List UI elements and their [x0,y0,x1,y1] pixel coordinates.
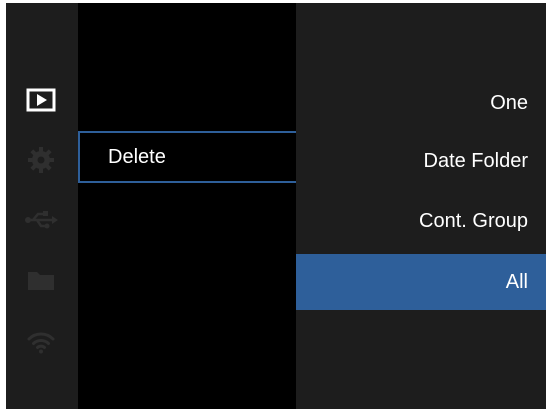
delete-menu-label: Delete [108,145,166,168]
option-one[interactable]: One [296,75,546,131]
option-cont-group[interactable]: Cont. Group [296,193,546,249]
wifi-icon[interactable] [24,327,58,357]
gear-icon[interactable] [24,145,58,175]
option-all[interactable]: All [296,254,546,310]
option-date-folder-label: Date Folder [423,149,529,172]
folder-icon[interactable] [24,265,58,295]
delete-menu-item[interactable]: Delete [78,131,300,183]
option-date-folder[interactable]: Date Folder [296,133,546,189]
options-panel: One Date Folder Cont. Group All [296,3,546,409]
usb-icon[interactable] [24,205,58,235]
playback-icon[interactable] [24,85,58,115]
submenu-panel: Delete [78,3,300,409]
option-one-label: One [490,91,528,114]
camera-menu-screen: Delete One Date Folder Cont. Group All [6,3,546,409]
option-all-label: All [505,270,528,293]
option-cont-group-label: Cont. Group [419,209,528,232]
category-sidebar [6,3,78,409]
